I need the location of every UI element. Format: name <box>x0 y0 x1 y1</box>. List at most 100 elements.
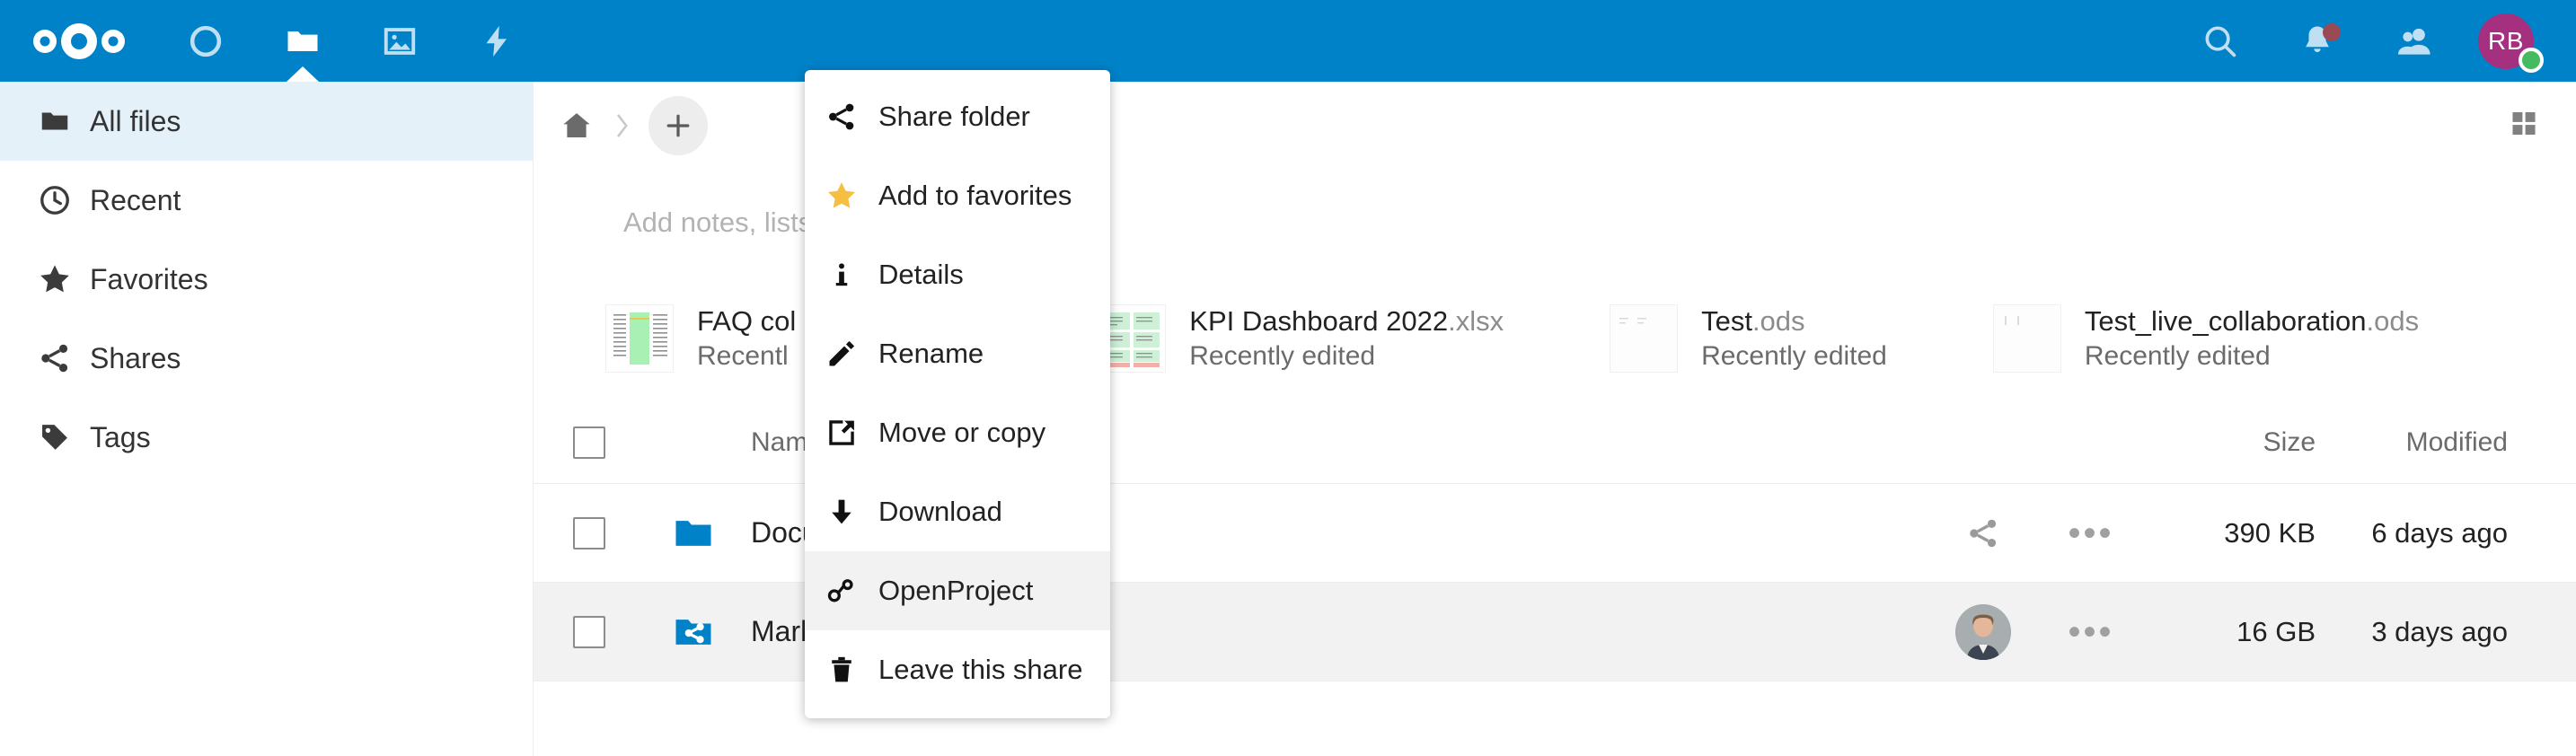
download-icon <box>805 497 878 527</box>
file-meta: KPI Dashboard 2022.xlsx Recently edited <box>1189 303 1504 374</box>
breadcrumb-separator <box>602 110 643 141</box>
workspace-placeholder: Add notes, lists <box>623 207 812 239</box>
menu-item-leave-this-share[interactable]: Leave this share <box>805 630 1110 709</box>
menu-item-label: Rename <box>878 338 984 370</box>
menu-item-add-to-favorites[interactable]: Add to favorites <box>805 156 1110 235</box>
menu-item-label: Share folder <box>878 101 1030 133</box>
external-link-icon <box>805 418 878 448</box>
online-status-indicator <box>2519 48 2544 73</box>
star-icon <box>805 179 878 213</box>
chevron-right-icon <box>611 110 634 141</box>
file-thumbnail <box>605 304 674 373</box>
app-navigation: All files Recent Favorites Shares <box>0 82 534 756</box>
row-select-cell <box>534 517 645 549</box>
recommended-file-item[interactable]: KPI Dashboard 2022.xlsx Recently edited <box>1098 303 1504 374</box>
sidebar-item-all-files[interactable]: All files <box>0 82 533 161</box>
search-button[interactable] <box>2172 0 2269 82</box>
row-checkbox[interactable] <box>573 616 605 648</box>
menu-item-move-or-copy[interactable]: Move or copy <box>805 393 1110 472</box>
row-sharer-avatar[interactable] <box>1929 604 2037 660</box>
menu-item-download[interactable]: Download <box>805 472 1110 551</box>
plus-icon <box>663 110 693 141</box>
folder-icon <box>20 104 90 138</box>
row-actions-button[interactable]: ••• <box>2037 614 2145 650</box>
grid-view-toggle[interactable] <box>2510 110 2538 143</box>
header-right-group: RB <box>2172 0 2576 82</box>
avatar-initials: RB <box>2488 27 2524 56</box>
new-file-button[interactable] <box>648 96 708 155</box>
app-header: RB <box>0 0 2576 82</box>
menu-item-share-folder[interactable]: Share folder <box>805 77 1110 156</box>
row-share-indicator[interactable] <box>1929 516 2037 550</box>
row-select-cell <box>534 616 645 648</box>
file-subtitle: Recently edited <box>1701 341 1887 371</box>
select-all-checkbox[interactable] <box>573 426 605 459</box>
contacts-button[interactable] <box>2366 0 2463 82</box>
row-size: 390 KB <box>2145 517 2316 549</box>
sidebar-item-shares[interactable]: Shares <box>0 319 533 398</box>
app-files[interactable] <box>254 0 351 82</box>
app-activity[interactable] <box>448 0 545 82</box>
file-name: FAQ col <box>697 305 796 337</box>
header-left-group <box>0 0 545 82</box>
notification-badge <box>2323 23 2341 41</box>
file-meta: Test.ods Recently edited <box>1701 303 1887 374</box>
grid-view-icon <box>2510 110 2538 138</box>
file-thumbnail <box>1610 304 1678 373</box>
recommended-file-item[interactable]: FAQ col Recentl <box>605 303 796 374</box>
app-dashboard[interactable] <box>157 0 254 82</box>
sidebar-item-label: Tags <box>90 421 151 454</box>
sidebar-item-label: Favorites <box>90 263 208 296</box>
menu-item-rename[interactable]: Rename <box>805 314 1110 393</box>
column-header-size[interactable]: Size <box>2145 427 2316 458</box>
search-icon <box>2201 22 2240 61</box>
info-icon <box>805 259 878 290</box>
select-all-cell <box>534 426 645 459</box>
lightning-icon <box>478 22 516 60</box>
pencil-icon <box>805 338 878 370</box>
file-subtitle: Recently edited <box>1189 341 1375 371</box>
photo-icon <box>381 22 419 60</box>
breadcrumb-home[interactable] <box>551 109 602 143</box>
sidebar-item-label: All files <box>90 105 181 138</box>
overflow-menu-icon: ••• <box>2068 614 2113 650</box>
avatar <box>1955 604 2011 660</box>
column-header-modified[interactable]: Modified <box>2316 427 2576 458</box>
sidebar-item-favorites[interactable]: Favorites <box>0 240 533 319</box>
file-thumbnail <box>1993 304 2061 373</box>
file-name: KPI Dashboard 2022.xlsx <box>1189 305 1504 337</box>
clock-icon <box>20 183 90 217</box>
folder-icon <box>645 510 742 557</box>
app-photos[interactable] <box>351 0 448 82</box>
sidebar-item-recent[interactable]: Recent <box>0 161 533 240</box>
openproject-icon <box>805 575 878 607</box>
share-icon <box>805 101 878 133</box>
file-meta: FAQ col Recentl <box>697 303 796 374</box>
row-modified: 3 days ago <box>2316 616 2576 648</box>
row-actions-button[interactable]: ••• <box>2037 515 2145 551</box>
user-menu-button[interactable]: RB <box>2463 0 2549 82</box>
contacts-icon <box>2394 21 2435 62</box>
context-menu: Share folder Add to favorites Details Re… <box>805 70 1110 718</box>
folder-icon <box>283 22 322 61</box>
star-icon <box>20 261 90 297</box>
menu-item-openproject[interactable]: OpenProject <box>805 551 1110 630</box>
recommended-file-item[interactable]: Test.ods Recently edited <box>1610 303 1887 374</box>
recommended-file-item[interactable]: Test_live_collaboration.ods Recently edi… <box>1993 303 2419 374</box>
overflow-menu-icon: ••• <box>2068 515 2113 551</box>
file-meta: Test_live_collaboration.ods Recently edi… <box>2085 303 2419 374</box>
share-icon <box>20 341 90 375</box>
menu-item-label: OpenProject <box>878 575 1033 607</box>
menu-item-label: Leave this share <box>878 654 1082 686</box>
share-icon <box>1966 516 2000 550</box>
menu-item-label: Details <box>878 259 964 291</box>
nextcloud-logo[interactable] <box>0 0 157 82</box>
tag-icon <box>20 420 90 454</box>
sidebar-item-label: Recent <box>90 184 181 217</box>
notifications-button[interactable] <box>2269 0 2366 82</box>
sidebar-item-tags[interactable]: Tags <box>0 398 533 477</box>
trash-icon <box>805 655 878 685</box>
row-checkbox[interactable] <box>573 517 605 549</box>
row-modified: 6 days ago <box>2316 517 2576 549</box>
menu-item-details[interactable]: Details <box>805 235 1110 314</box>
